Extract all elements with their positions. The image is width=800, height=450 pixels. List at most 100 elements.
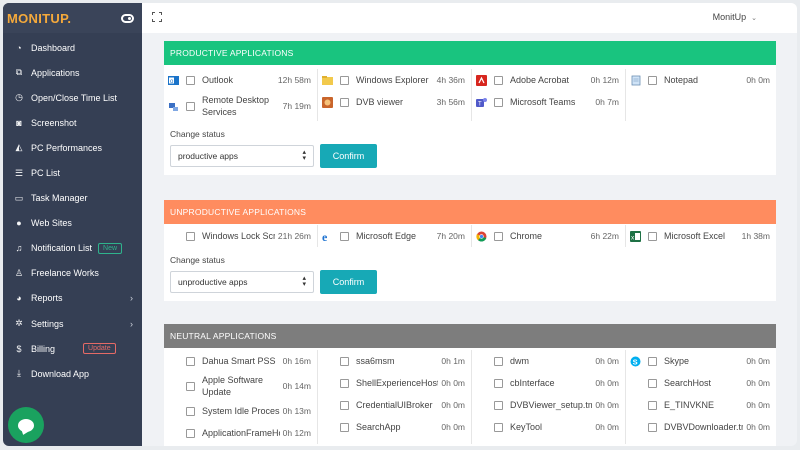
acrobat-icon <box>476 74 487 86</box>
main-content: PRODUCTIVE APPLICATIONS o Outlook 12h 58… <box>142 33 797 446</box>
app-name: ssa6msm <box>356 356 395 366</box>
app-row: cbInterface 0h 0m <box>472 372 625 394</box>
app-checkbox[interactable] <box>494 75 503 85</box>
confirm-button[interactable]: Confirm <box>320 144 377 168</box>
app-checkbox[interactable] <box>494 400 503 410</box>
sidebar-item-label: PC Performances <box>31 142 103 153</box>
app-checkbox[interactable] <box>648 356 657 366</box>
app-checkbox[interactable] <box>494 422 503 432</box>
globe-icon: ● <box>16 218 22 229</box>
change-status-label: Change status <box>170 255 225 265</box>
app-column: e Microsoft Edge 7h 20m <box>318 225 472 247</box>
sidebar-item-freelance-works[interactable]: ♙ Freelance Works <box>3 261 142 286</box>
status-select[interactable]: unproductive apps ▴ ▾ <box>170 271 314 293</box>
app-checkbox[interactable] <box>494 97 503 107</box>
app-time: 7h 20m <box>436 231 465 241</box>
app-time: 0h 0m <box>441 378 465 388</box>
app-checkbox[interactable] <box>340 75 349 85</box>
app-time: 0h 14m <box>282 381 311 391</box>
sidebar-item-dashboard[interactable]: ◔ Dashboard <box>3 35 142 60</box>
app-time: 0h 0m <box>595 356 619 366</box>
sidebar-item-label: Download App <box>31 368 90 379</box>
app-column: Adobe Acrobat 0h 12m T Microsoft Teams 0… <box>472 69 626 121</box>
status-select[interactable]: productive apps ▴ ▾ <box>170 145 314 167</box>
change-status-area: Change status productive apps ▴ ▾ Confirm <box>164 121 776 175</box>
app-time: 0h 0m <box>746 356 770 366</box>
app-checkbox[interactable] <box>340 231 349 241</box>
app-checkbox[interactable] <box>186 381 195 391</box>
app-row: KeyTool 0h 0m <box>472 416 625 438</box>
app-column: Windows Explorer 4h 36m DVB viewer 3h 56… <box>318 69 472 121</box>
app-name: DVBViewer_setup.tmp <box>510 400 593 410</box>
sidebar-item-settings[interactable]: ✲ Settings › <box>3 311 142 336</box>
app-name: Remote Desktop Services <box>202 95 270 117</box>
app-checkbox[interactable] <box>186 356 195 366</box>
app-checkbox[interactable] <box>494 378 503 388</box>
app-row: Chrome 6h 22m <box>472 225 625 247</box>
app-checkbox[interactable] <box>186 428 195 438</box>
app-checkbox[interactable] <box>648 75 657 85</box>
app-grid: Dahua Smart PSS 0h 16m Apple Software Up… <box>164 348 776 444</box>
app-row: CredentialUIBroker 0h 0m <box>318 394 471 416</box>
fullscreen-icon[interactable] <box>152 12 162 22</box>
sidebar-item-task-manager[interactable]: ▭ Task Manager <box>3 186 142 211</box>
user-menu[interactable]: MonitUp ⌄ <box>713 12 757 22</box>
app-checkbox[interactable] <box>648 422 657 432</box>
app-column: o Outlook 12h 58m Remote Desktop Service… <box>164 69 318 121</box>
user-name: MonitUp <box>712 12 747 22</box>
app-checkbox[interactable] <box>648 231 657 241</box>
sidebar-item-open-close-time-list[interactable]: ◷ Open/Close Time List <box>3 85 142 110</box>
app-row: Windows Lock Screen 21h 26m <box>164 225 317 247</box>
app-checkbox[interactable] <box>340 422 349 432</box>
app-row: ShellExperienceHost 0h 0m <box>318 372 471 394</box>
sidebar-item-label: Open/Close Time List <box>31 92 118 103</box>
app-time: 3h 56m <box>436 97 465 107</box>
app-name: Outlook <box>202 75 234 85</box>
app-checkbox[interactable] <box>186 231 195 241</box>
app-checkbox[interactable] <box>494 356 503 366</box>
app-checkbox[interactable] <box>186 406 195 416</box>
sidebar-item-download-app[interactable]: ⤓ Download App <box>3 361 142 386</box>
app-checkbox[interactable] <box>340 97 349 107</box>
sidebar-item-label: Web Sites <box>31 218 72 229</box>
list-icon: ☰ <box>14 167 24 178</box>
app-name: Notepad <box>664 75 699 85</box>
app-column: dwm 0h 0m cbInterface 0h 0m DVBViewer_se… <box>472 350 626 444</box>
app-time: 0h 7m <box>595 97 619 107</box>
app-time: 21h 26m <box>277 231 311 241</box>
app-time: 4h 36m <box>436 75 465 85</box>
sidebar-item-reports[interactable]: ◕ Reports › <box>3 286 142 311</box>
app-checkbox[interactable] <box>340 356 349 366</box>
applications-icon: ⧉ <box>15 67 23 78</box>
sidebar-item-screenshot[interactable]: ◙ Screenshot <box>3 110 142 135</box>
app-checkbox[interactable] <box>340 400 349 410</box>
sidebar-item-label: Dashboard <box>31 42 76 53</box>
app-checkbox[interactable] <box>186 75 195 85</box>
sidebar-item-label: Applications <box>31 67 80 78</box>
chat-widget-button[interactable] <box>8 407 44 443</box>
confirm-button[interactable]: Confirm <box>320 270 377 294</box>
sidebar-toggle-icon[interactable] <box>121 13 134 23</box>
sidebar-item-pc-list[interactable]: ☰ PC List <box>3 160 142 185</box>
app-name: E_TINVKNE <box>664 400 715 410</box>
notepad-icon <box>630 75 641 86</box>
sidebar-item-web-sites[interactable]: ● Web Sites <box>3 211 142 236</box>
app-column: Notepad 0h 0m <box>626 69 776 121</box>
sidebar-item-label: Reports <box>31 293 63 304</box>
neutral-panel: NEUTRAL APPLICATIONS Dahua Smart PSS 0h … <box>164 324 776 446</box>
app-checkbox[interactable] <box>494 231 503 241</box>
sidebar-item-applications[interactable]: ⧉ Applications <box>3 60 142 85</box>
app-row: dwm 0h 0m <box>472 350 625 372</box>
sidebar-item-label: PC List <box>31 168 61 179</box>
app-checkbox[interactable] <box>648 378 657 388</box>
sidebar-item-billing[interactable]: $ Billing Update <box>3 336 142 361</box>
sidebar-item-pc-performances[interactable]: ◭ PC Performances <box>3 135 142 160</box>
app-checkbox[interactable] <box>340 378 349 388</box>
app-name: Apple Software Update <box>202 375 264 397</box>
app-checkbox[interactable] <box>186 101 195 111</box>
sidebar-item-notification-list[interactable]: ♫ Notification List New <box>3 236 142 261</box>
app-checkbox[interactable] <box>648 400 657 410</box>
app-row: T Microsoft Teams 0h 7m <box>472 91 625 113</box>
app-row: ssa6msm 0h 1m <box>318 350 471 372</box>
app-row: o Outlook 12h 58m <box>164 69 317 91</box>
